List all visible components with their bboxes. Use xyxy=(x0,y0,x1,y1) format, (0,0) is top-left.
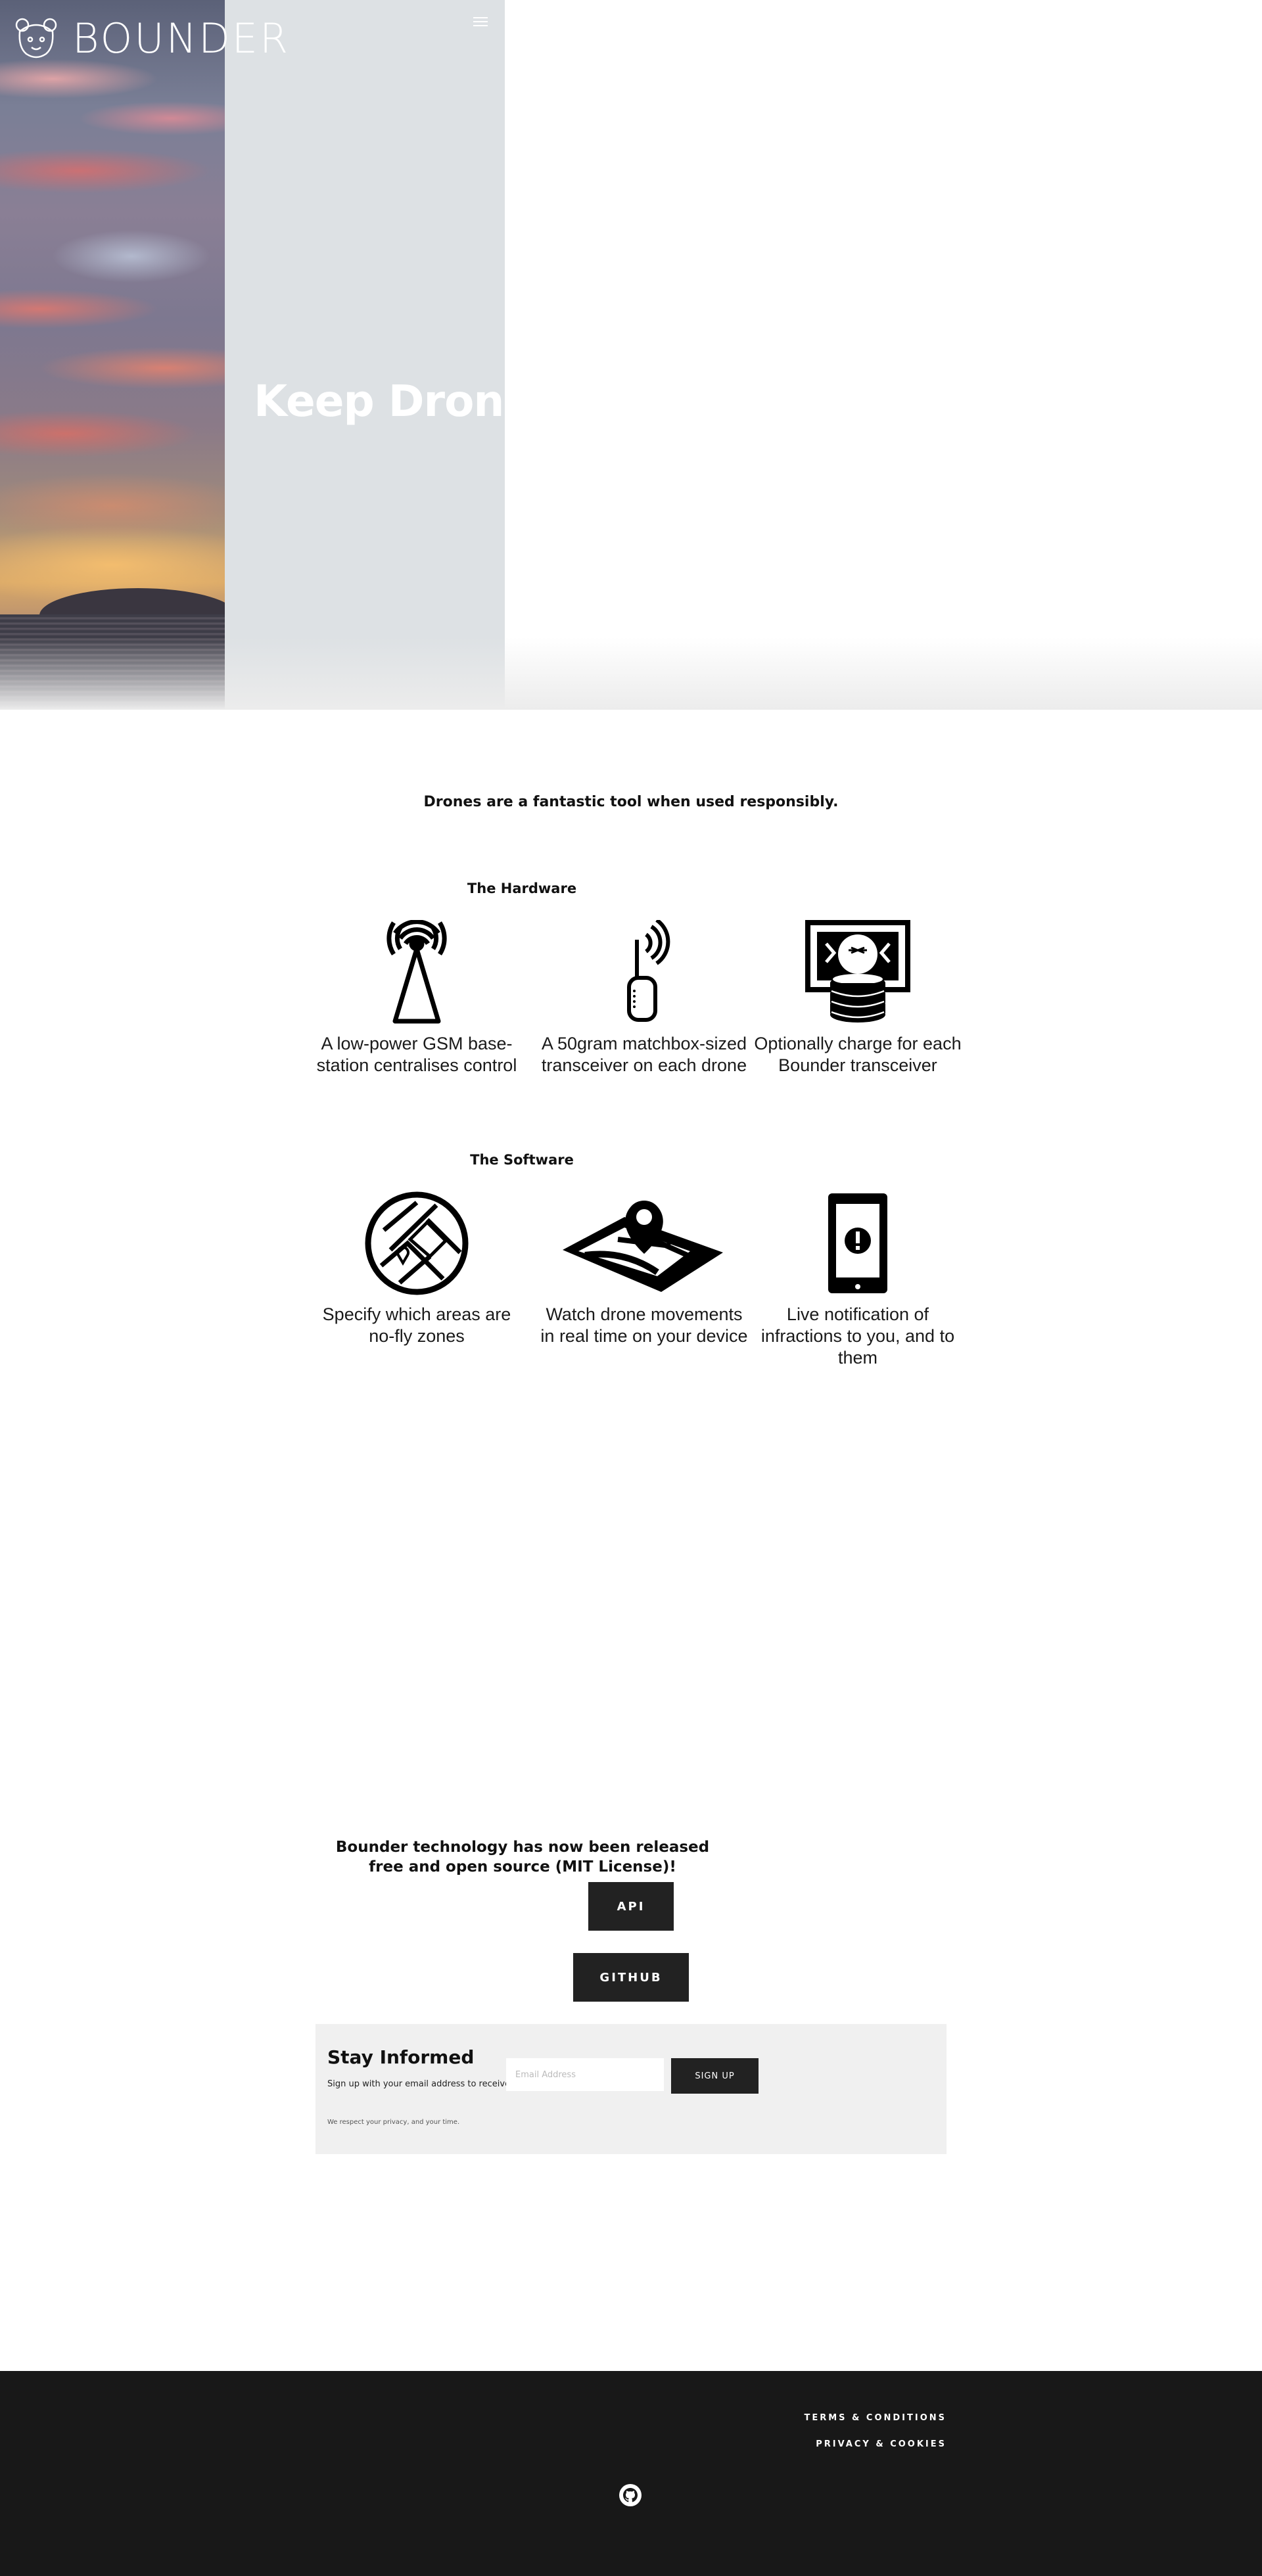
footer: TERMS & CONDITIONS PRIVACY & COOKIES xyxy=(0,2371,1262,2576)
github-icon[interactable] xyxy=(619,2484,642,2506)
transceiver-icon xyxy=(627,920,670,1022)
feature-notification: Live notification of infractions to you,… xyxy=(753,1191,963,1369)
bear-logo-icon xyxy=(15,18,57,58)
feature-transceiver: A 50gram matchbox-sized transceiver on e… xyxy=(539,920,749,1076)
sign-up-button[interactable]: SIGN UP xyxy=(671,2058,759,2094)
hamburger-menu-icon[interactable] xyxy=(473,17,488,30)
no-fly-zone-map-icon xyxy=(365,1191,469,1295)
feature-no-fly: Specify which areas are no-fly zones xyxy=(312,1191,522,1347)
privacy-note: We respect your privacy, and your time. xyxy=(327,2119,460,2126)
hardware-title: The Hardware xyxy=(467,881,577,896)
newsletter-title: Stay Informed xyxy=(327,2046,475,2068)
api-button[interactable]: API xyxy=(588,1882,674,1931)
release-text: Bounder technology has now been released… xyxy=(335,1839,710,1875)
money-coins-icon xyxy=(805,920,910,1023)
logo-link[interactable]: BOUNDER xyxy=(13,16,290,62)
logo-text: BOUNDER xyxy=(72,14,291,62)
feature-charge: Optionally charge for each Bounder trans… xyxy=(753,920,963,1076)
github-glyph xyxy=(623,2488,638,2502)
feature-text: A low-power GSM base-station centralises… xyxy=(316,1034,517,1075)
github-button[interactable]: GITHUB xyxy=(573,1953,689,2002)
privacy-link[interactable]: PRIVACY & COOKIES xyxy=(816,2439,947,2449)
terms-link[interactable]: TERMS & CONDITIONS xyxy=(804,2413,947,2423)
newsletter-section: Stay Informed Sign up with your email ad… xyxy=(316,2024,947,2154)
feature-base-station: A low-power GSM base-station centralises… xyxy=(312,920,522,1076)
software-title: The Software xyxy=(470,1152,574,1168)
hero-headline: Keep Drones xyxy=(254,376,505,426)
map-location-pin-icon xyxy=(563,1201,723,1292)
email-field[interactable] xyxy=(506,2058,664,2091)
feature-live-tracking: Watch drone movements in real time on yo… xyxy=(539,1191,749,1347)
hero-fade xyxy=(0,637,1262,710)
cell-tower-icon xyxy=(386,920,447,1024)
feature-text: Watch drone movements in real time on yo… xyxy=(540,1304,748,1346)
hero-panel: Keep Drones xyxy=(225,0,505,710)
hero-section: Keep Drones BOUNDER xyxy=(0,0,1262,710)
phone-alert-icon xyxy=(828,1193,887,1293)
feature-text: Optionally charge for each Bounder trans… xyxy=(754,1034,962,1075)
feature-text: Live notification of infractions to you,… xyxy=(760,1304,955,1368)
intro-text: Drones are a fantastic tool when used re… xyxy=(423,794,839,810)
feature-text: Specify which areas are no-fly zones xyxy=(322,1304,511,1346)
feature-text: A 50gram matchbox-sized transceiver on e… xyxy=(541,1034,747,1075)
